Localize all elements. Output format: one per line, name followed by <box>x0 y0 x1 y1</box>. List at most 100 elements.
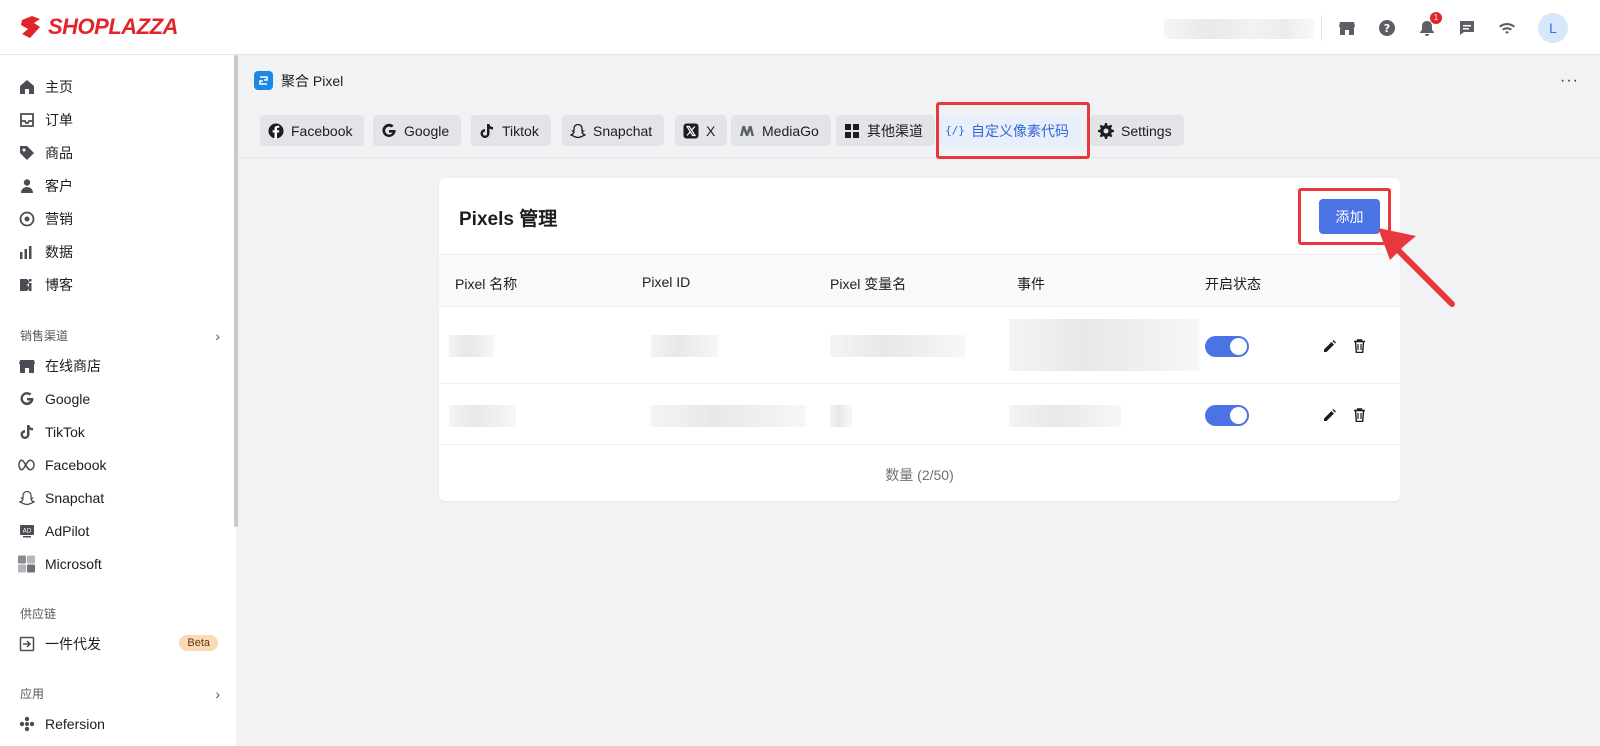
table-row <box>439 307 1400 384</box>
svg-text:AD: AD <box>22 528 31 535</box>
redacted-cell <box>651 335 718 357</box>
sidebar-item-label: 主页 <box>45 79 73 95</box>
tab-google[interactable]: Google <box>373 115 462 146</box>
sidebar-section-supply-chain: 供应链 <box>20 605 220 622</box>
tab-custom-pixel-code[interactable]: {/} 自定义像素代码 <box>938 115 1081 146</box>
app-logo-icon <box>254 71 273 90</box>
tab-label: Settings <box>1121 122 1172 139</box>
sidebar-item-blog[interactable]: 博客 <box>18 271 218 299</box>
tab-tiktok[interactable]: Tiktok <box>471 115 551 146</box>
refersion-icon <box>18 716 35 733</box>
store-selector[interactable] <box>1164 19 1314 39</box>
more-options-button[interactable]: ··· <box>1560 72 1579 90</box>
sidebar-item-home[interactable]: 主页 <box>18 73 218 101</box>
tab-mediago[interactable]: MediaGo <box>731 115 831 146</box>
home-icon <box>18 79 35 96</box>
sidebar-item-orders[interactable]: 订单 <box>18 106 218 134</box>
sidebar-item-tiktok[interactable]: TikTok <box>18 418 218 446</box>
sidebar-item-adpilot[interactable]: AD AdPilot <box>18 517 218 545</box>
add-button[interactable]: 添加 <box>1319 199 1380 234</box>
sidebar-item-label: 商品 <box>45 145 73 161</box>
dropship-icon <box>18 636 35 653</box>
help-icon[interactable]: ? <box>1375 16 1399 40</box>
chat-icon[interactable] <box>1455 16 1479 40</box>
tab-snapchat[interactable]: Snapchat <box>562 115 665 146</box>
sidebar-section-apps[interactable]: 应用 › <box>20 685 220 702</box>
column-header-pixel-variable: Pixel 变量名 <box>830 276 907 292</box>
tab-x[interactable]: X <box>675 115 728 146</box>
bell-icon[interactable]: 1 <box>1415 12 1442 40</box>
tab-label: MediaGo <box>762 122 819 139</box>
sidebar-item-google[interactable]: Google <box>18 385 218 413</box>
edit-icon[interactable] <box>1321 338 1337 354</box>
column-header-status: 开启状态 <box>1205 276 1261 292</box>
sidebar-item-label: Microsoft <box>45 556 102 572</box>
sidebar-item-snapchat[interactable]: Snapchat <box>18 484 218 512</box>
store-icon[interactable] <box>1335 16 1359 40</box>
person-icon <box>18 178 35 195</box>
section-label: 销售渠道 <box>20 329 69 343</box>
tab-facebook[interactable]: Facebook <box>260 115 365 146</box>
sidebar-item-facebook[interactable]: Facebook <box>18 451 218 479</box>
shoplazza-logo[interactable]: SHOPLAZZA <box>18 14 178 40</box>
gear-icon <box>1098 122 1114 139</box>
tiktok-icon <box>18 424 35 441</box>
sidebar-item-label: Facebook <box>45 457 107 473</box>
table-header: Pixel 名称 Pixel ID Pixel 变量名 事件 开启状态 <box>439 254 1400 307</box>
section-label: 应用 <box>20 687 45 701</box>
tab-label: 自定义像素代码 <box>971 122 1069 139</box>
redacted-cell <box>449 335 494 357</box>
delete-icon[interactable] <box>1351 407 1367 423</box>
tab-label: X <box>706 122 716 139</box>
delete-icon[interactable] <box>1351 338 1367 354</box>
redacted-cell <box>1009 405 1121 427</box>
sidebar-item-refersion[interactable]: Refersion <box>18 710 218 738</box>
ad-icon: AD <box>18 523 35 540</box>
sidebar-item-label: 一件代发 <box>45 636 101 652</box>
redacted-cell <box>830 335 965 357</box>
tab-label: 其他渠道 <box>867 122 923 139</box>
tab-label: Facebook <box>291 122 353 139</box>
sidebar-item-analytics[interactable]: 数据 <box>18 238 218 266</box>
snapchat-icon <box>18 490 35 507</box>
sidebar-item-online-store[interactable]: 在线商店 <box>18 352 218 380</box>
status-toggle[interactable] <box>1205 336 1249 357</box>
store-icon <box>18 358 35 375</box>
avatar[interactable]: L <box>1538 13 1568 43</box>
status-toggle[interactable] <box>1205 405 1249 426</box>
sidebar-item-customers[interactable]: 客户 <box>18 172 218 200</box>
column-header-pixel-name: Pixel 名称 <box>455 276 518 292</box>
tab-other-channels[interactable]: 其他渠道 <box>836 115 935 146</box>
sidebar-section-sales-channels[interactable]: 销售渠道 › <box>20 327 220 344</box>
sidebar-item-label: 订单 <box>45 112 73 128</box>
sidebar-item-dropshipping[interactable]: 一件代发 Beta <box>18 630 218 658</box>
sidebar-item-label: 博客 <box>45 277 73 293</box>
facebook-icon <box>268 123 284 139</box>
sidebar-item-microsoft[interactable]: Microsoft <box>18 550 218 578</box>
notification-badge: 1 <box>1430 12 1442 24</box>
mediago-icon <box>739 123 755 139</box>
page-title: 聚合 Pixel <box>281 73 344 89</box>
page-header <box>238 55 1600 103</box>
redacted-cell <box>1009 319 1199 371</box>
redacted-cell <box>830 405 852 427</box>
sidebar-item-products[interactable]: 商品 <box>18 139 218 167</box>
chevron-right-icon: › <box>215 327 220 344</box>
sidebar-item-marketing[interactable]: 营销 <box>18 205 218 233</box>
edit-icon[interactable] <box>1321 407 1337 423</box>
tag-icon <box>18 145 35 162</box>
tab-settings[interactable]: Settings <box>1090 115 1184 146</box>
top-bar: SHOPLAZZA ? 1 L <box>0 0 1600 55</box>
snapchat-icon <box>570 123 586 139</box>
chevron-right-icon: › <box>215 685 220 702</box>
shoplazza-logo-icon <box>21 16 40 38</box>
sidebar-item-label: 在线商店 <box>45 358 101 374</box>
sidebar-item-label: Refersion <box>45 716 105 732</box>
divider <box>1321 15 1322 41</box>
wifi-icon[interactable] <box>1495 16 1519 40</box>
card-title: Pixels 管理 <box>459 209 558 230</box>
inbox-icon <box>18 112 35 129</box>
blog-icon <box>18 277 35 294</box>
google-icon <box>18 391 35 408</box>
sidebar-item-label: AdPilot <box>45 523 90 539</box>
